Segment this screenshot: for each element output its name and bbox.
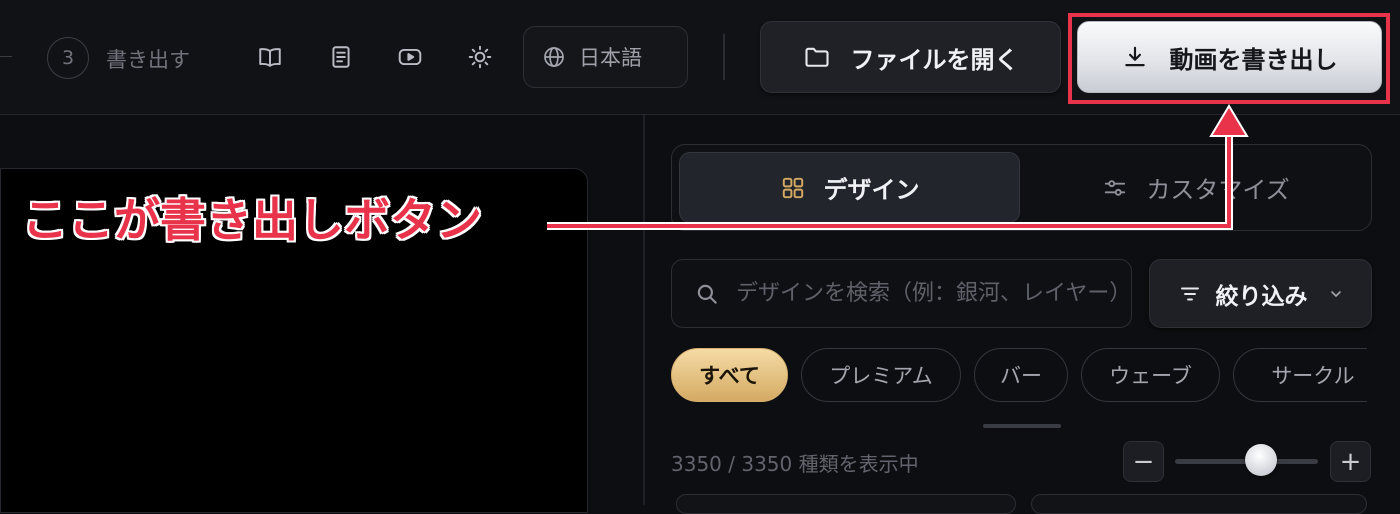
document-icon[interactable] <box>326 42 356 72</box>
filter-icon <box>1180 287 1199 300</box>
sun-icon[interactable] <box>465 42 495 72</box>
zoom-in-button[interactable]: + <box>1330 441 1371 482</box>
tab-customize[interactable]: カスタマイズ <box>1024 152 1368 223</box>
design-count: 3350 / 3350 種類を表示中 <box>671 452 919 476</box>
chevron-down-icon <box>1330 290 1341 297</box>
chip-all[interactable]: すべて <box>671 348 788 402</box>
grid-icon <box>782 177 803 198</box>
tab-customize-label: カスタマイズ <box>1146 176 1290 204</box>
step-connector <box>0 56 12 57</box>
open-file-label: ファイルを開く <box>850 45 1019 74</box>
tab-design[interactable]: デザイン <box>679 152 1020 223</box>
zoom-out-button[interactable]: − <box>1123 441 1164 482</box>
globe-icon <box>544 47 564 67</box>
zoom-slider-thumb[interactable] <box>1244 444 1277 476</box>
design-card[interactable] <box>1031 494 1367 514</box>
folder-icon <box>804 47 829 67</box>
design-search <box>671 259 1132 328</box>
export-highlight-box <box>1068 13 1390 104</box>
chip-circle[interactable]: サークル <box>1233 348 1367 402</box>
top-bar: 3 書き出す 日本語 ファイルを開く 動画を書き出し <box>0 0 1400 115</box>
filter-button[interactable]: 絞り込み <box>1149 259 1372 328</box>
search-input[interactable] <box>734 280 1131 307</box>
design-card[interactable] <box>676 494 1016 514</box>
chips-scroll-indicator[interactable] <box>983 424 1061 428</box>
step-number-badge[interactable]: 3 <box>47 37 89 79</box>
youtube-icon[interactable] <box>395 42 425 72</box>
filter-label: 絞り込み <box>1215 283 1308 310</box>
tab-design-label: デザイン <box>823 176 920 204</box>
language-label: 日本語 <box>579 46 642 70</box>
chip-premium[interactable]: プレミアム <box>801 348 961 402</box>
sliders-icon <box>1105 179 1126 196</box>
annotation-label: ここが書き出しボタン <box>22 193 482 247</box>
language-selector[interactable]: 日本語 <box>523 26 688 88</box>
chip-bar[interactable]: バー <box>974 348 1068 402</box>
search-icon <box>697 284 717 304</box>
chip-wave[interactable]: ウェーブ <box>1081 348 1220 402</box>
open-file-button[interactable]: ファイルを開く <box>760 21 1061 93</box>
step-label[interactable]: 書き出す <box>106 44 190 74</box>
category-chips: すべて プレミアム バー ウェーブ サークル <box>671 348 1367 404</box>
panel-divider <box>643 115 645 505</box>
toolbar-divider <box>723 34 725 80</box>
book-icon[interactable] <box>255 42 285 72</box>
